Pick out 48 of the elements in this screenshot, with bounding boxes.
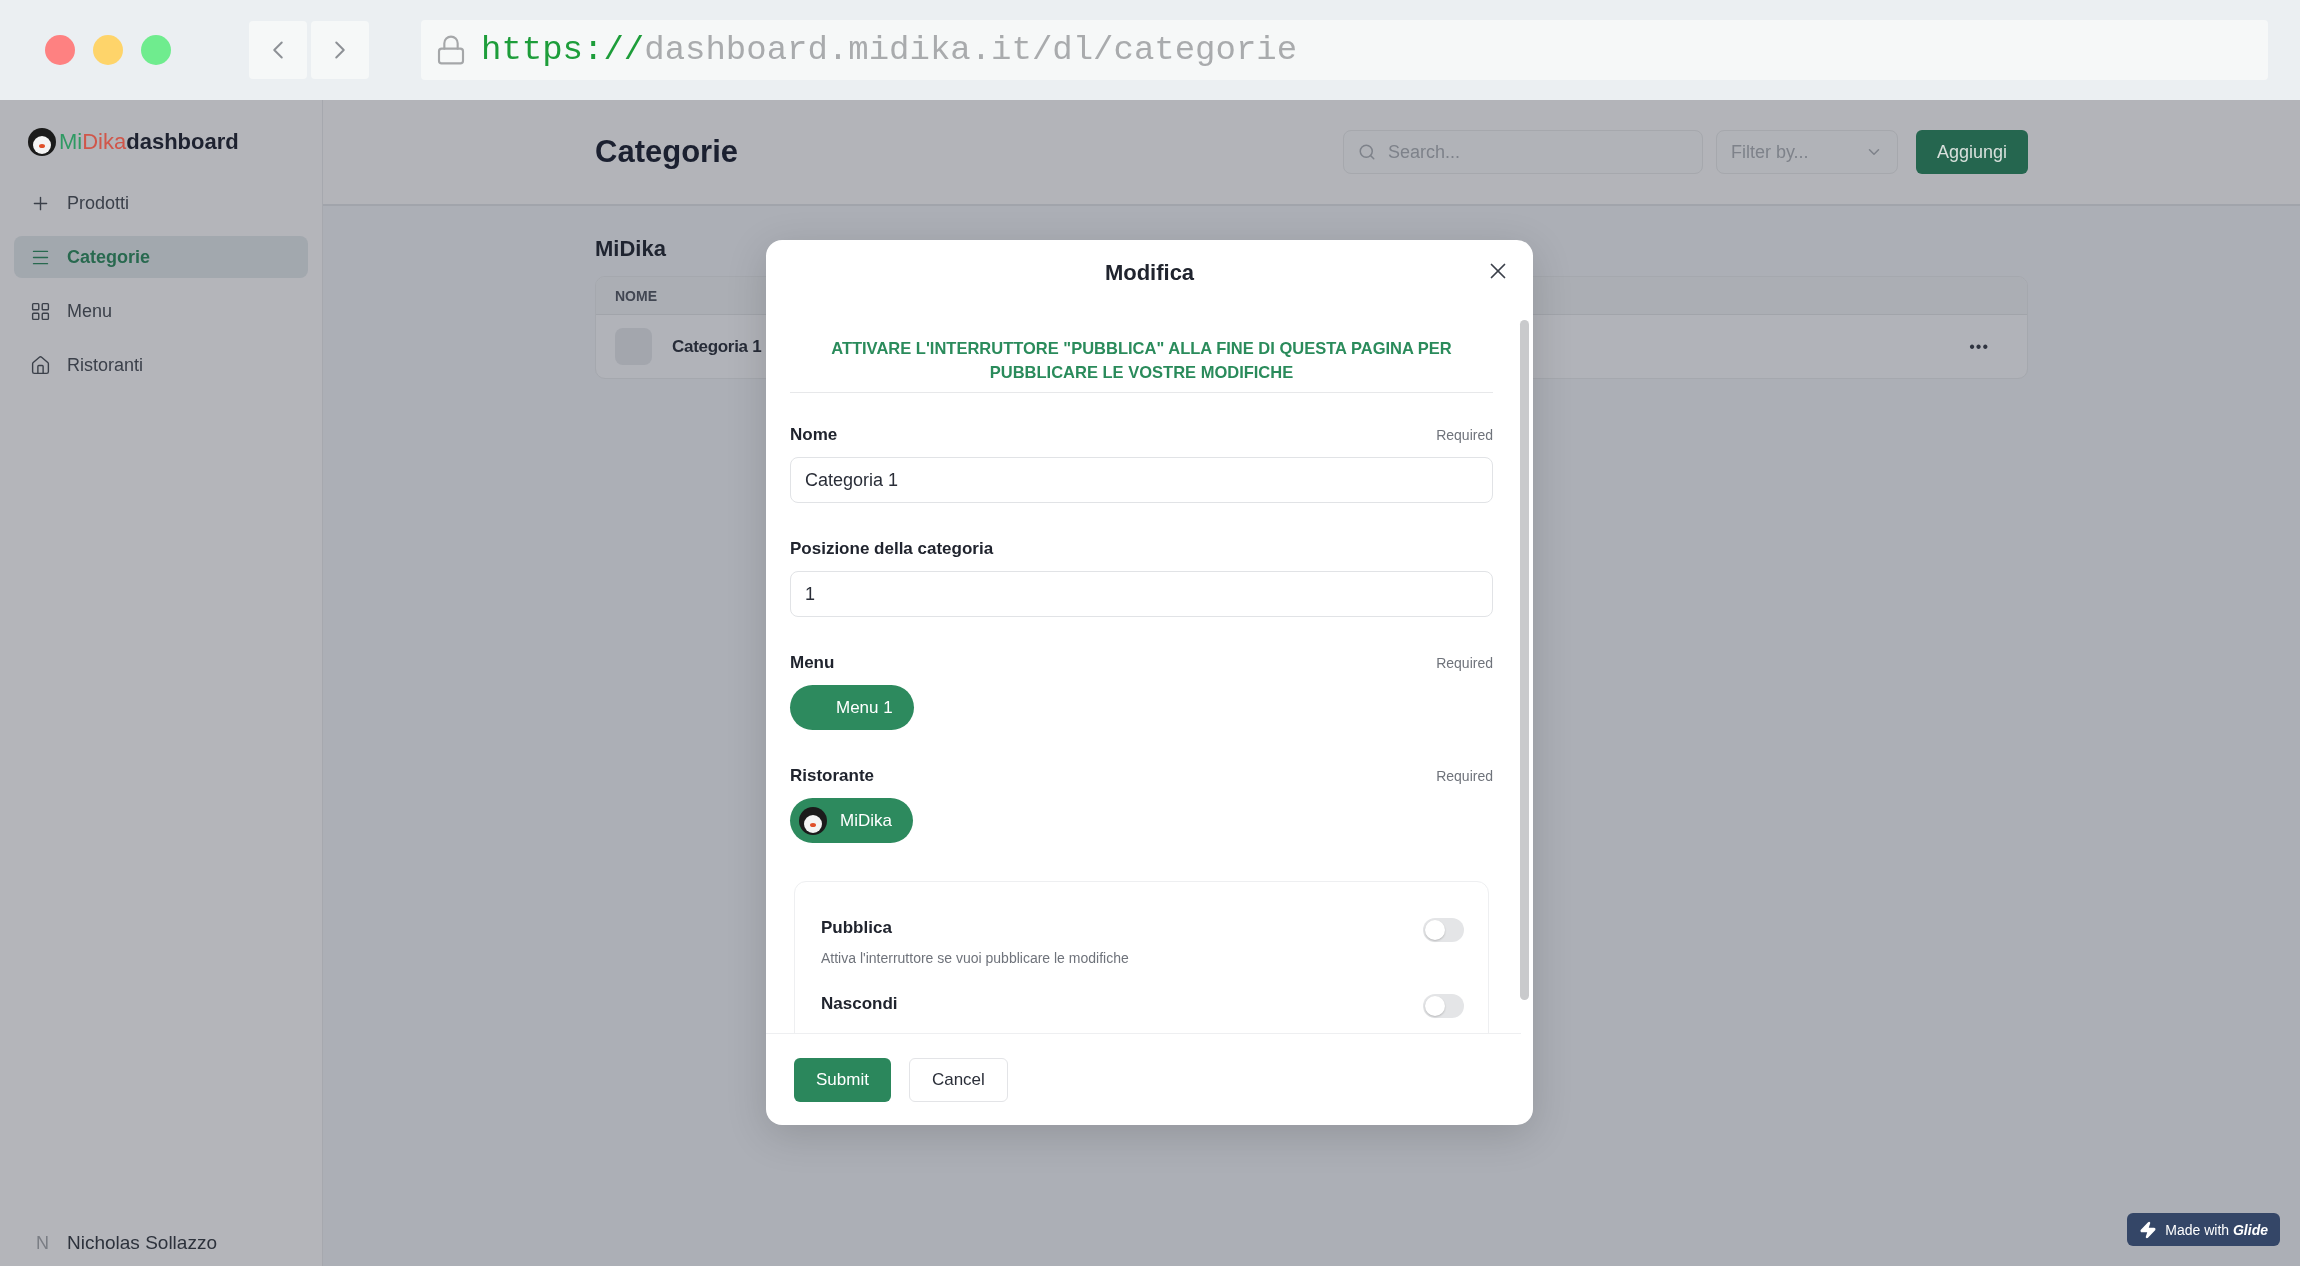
toggle-description: Attiva l'interruttore se vuoi pubblicare le modifiche xyxy=(821,950,1129,966)
minimize-window-button[interactable] xyxy=(93,35,123,65)
column-header: NOME xyxy=(615,287,657,304)
group-title: MiDika xyxy=(595,236,667,262)
address-bar[interactable]: https://dashboard.midika.it/dl/categorie xyxy=(421,20,2268,80)
add-button[interactable]: Aggiungi xyxy=(1915,130,2028,174)
chip[interactable]: Menu 1 xyxy=(790,685,914,730)
url-text: https://dashboard.midika.it/dl/categorie xyxy=(481,31,1298,69)
avatar-icon xyxy=(798,805,828,836)
submit-button[interactable]: Submit xyxy=(794,1057,891,1102)
input-field[interactable]: Categoria 1 xyxy=(790,457,1493,503)
input-field[interactable]: 1 xyxy=(790,571,1493,617)
field-label: Posizione della categoria xyxy=(790,539,994,559)
toggle-label: Pubblica xyxy=(821,918,893,938)
scrollbar-thumb[interactable] xyxy=(1520,320,1529,1000)
search-icon xyxy=(1357,143,1376,161)
notice-text: ATTIVARE L'INTERRUTTORE "PUBBLICA" ALLA FINE DI QUESTA PAGINA PER PUBBLICARE LE VOSTRE MODIFICHE xyxy=(790,306,1493,393)
logo-text: MiDikadashboard xyxy=(59,129,239,155)
house-icon xyxy=(30,354,51,376)
maximize-window-button[interactable] xyxy=(141,35,171,65)
required-label: Required xyxy=(1436,427,1493,443)
avatar-icon xyxy=(27,127,57,157)
cancel-button[interactable]: Cancel xyxy=(908,1057,1008,1102)
required-label: Required xyxy=(1436,768,1493,784)
toggle-switch[interactable] xyxy=(1423,918,1464,942)
forward-button[interactable] xyxy=(311,21,369,79)
more-options-button[interactable]: ••• xyxy=(1969,337,1989,356)
grid-icon xyxy=(30,300,51,322)
field-label: Nome xyxy=(790,425,838,445)
toggle-label: Nascondi xyxy=(821,994,898,1014)
user-name[interactable]: Nicholas Sollazzo xyxy=(67,1232,217,1254)
dialog-title: Modifica xyxy=(1104,260,1195,286)
sidebar-item[interactable]: Menu xyxy=(14,290,308,332)
user-initial: N xyxy=(36,1232,49,1254)
back-button[interactable] xyxy=(249,21,307,79)
sidebar-item[interactable]: Prodotti xyxy=(14,182,308,224)
lock-icon xyxy=(435,34,467,66)
close-window-button[interactable] xyxy=(45,35,75,65)
page-title: Categorie xyxy=(595,134,739,170)
required-label: Required xyxy=(1436,655,1493,671)
field-label: Ristorante xyxy=(790,766,875,786)
sidebar-item[interactable]: Categorie xyxy=(14,236,308,278)
made-with-badge[interactable]: Made with Glide xyxy=(2127,1213,2280,1246)
sidebar-item[interactable]: Ristoranti xyxy=(14,344,308,386)
field-label: Menu xyxy=(790,653,835,673)
chip[interactable]: MiDika xyxy=(790,798,913,843)
toggle-switch[interactable] xyxy=(1423,994,1464,1018)
bolt-icon xyxy=(2139,1220,2158,1239)
